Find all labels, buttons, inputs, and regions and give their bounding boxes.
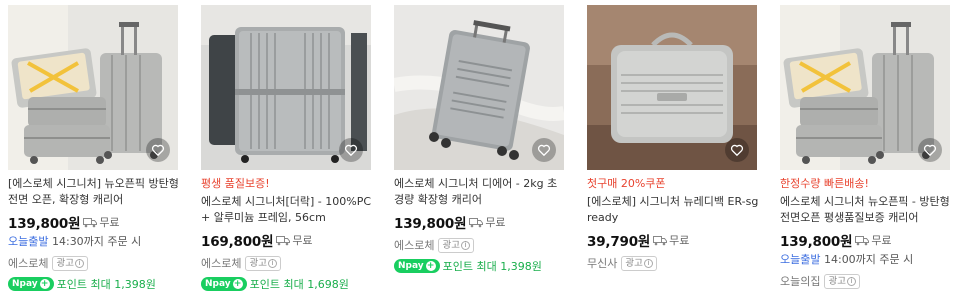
heart-icon — [923, 144, 937, 157]
delivery-badge: 오늘출발 — [8, 235, 49, 248]
product-card[interactable]: 한정수량 빠른배송! 에스로체 시그니처 뉴오픈픽 - 방탄형 전면오픈 평생품… — [780, 5, 952, 289]
info-icon: i — [846, 276, 856, 286]
points-text: 포인트 최대 1,398원 — [56, 278, 156, 291]
favorite-button[interactable] — [339, 138, 363, 162]
ad-badge[interactable]: 광고 i — [621, 255, 657, 271]
points-text: 포인트 최대 1,698원 — [249, 278, 349, 291]
promo-text: 한정수량 빠른배송! — [780, 177, 869, 190]
product-title[interactable]: 에스로체 시그니처 디에어 - 2kg 초경량 확장형 캐리어 — [394, 176, 566, 208]
delivery-cutoff: 14:30까지 주문 시 — [51, 235, 142, 248]
favorite-button[interactable] — [146, 138, 170, 162]
product-price: 139,800원 — [394, 216, 467, 232]
info-icon: i — [643, 258, 653, 268]
heart-icon — [730, 144, 744, 157]
seller-name[interactable]: 에스로체 — [394, 237, 434, 253]
info-icon: i — [267, 258, 277, 268]
product-thumbnail[interactable] — [394, 5, 564, 170]
product-price: 139,800원 — [8, 216, 81, 232]
shipping-label: 무료 — [485, 216, 506, 229]
truck-icon — [469, 217, 484, 227]
product-title[interactable]: 에스로체 시그니처[더락] - 100%PC + 알루미늄 프레임, 56cm — [201, 194, 373, 226]
truck-icon — [855, 235, 870, 245]
favorite-button[interactable] — [725, 138, 749, 162]
info-icon: i — [460, 240, 470, 250]
npay-badge: Npay + — [8, 277, 54, 291]
npay-badge: Npay + — [201, 277, 247, 291]
delivery-badge: 오늘출발 — [780, 253, 821, 266]
product-title[interactable]: 에스로체 시그니처 뉴오픈픽 - 방탄형 전면오픈 평생품질보증 캐리어 — [780, 194, 952, 226]
shipping-label: 무료 — [292, 234, 313, 247]
product-card[interactable]: 에스로체 시그니처 디에어 - 2kg 초경량 확장형 캐리어 139,800원… — [394, 5, 566, 274]
product-title[interactable]: [에스로체 시그니처] 뉴오픈픽 방탄형 전면 오픈, 확장형 캐리어 — [8, 176, 180, 208]
truck-icon — [276, 235, 291, 245]
favorite-button[interactable] — [918, 138, 942, 162]
heart-icon — [151, 144, 165, 157]
delivery-cutoff: 14:00까지 주문 시 — [823, 253, 914, 266]
info-icon: i — [74, 258, 84, 268]
product-card[interactable]: 첫구매 20%쿠폰 [에스로체] 시그니처 뉴레디백 ER-sgready 39… — [587, 5, 759, 271]
promo-text: 평생 품질보증! — [201, 177, 270, 190]
shipping-label: 무료 — [669, 234, 690, 247]
truck-icon — [653, 235, 668, 245]
shipping-label: 무료 — [99, 216, 120, 229]
promo-text: 첫구매 20%쿠폰 — [587, 177, 666, 190]
seller-name[interactable]: 에스로체 — [201, 255, 241, 271]
product-thumbnail[interactable] — [587, 5, 757, 170]
product-card[interactable]: 평생 품질보증! 에스로체 시그니처[더락] - 100%PC + 알루미늄 프… — [201, 5, 373, 292]
product-price: 39,790원 — [587, 234, 651, 250]
favorite-button[interactable] — [532, 138, 556, 162]
npay-badge: Npay + — [394, 259, 440, 273]
heart-icon — [537, 144, 551, 157]
product-price: 139,800원 — [780, 234, 853, 250]
product-thumbnail[interactable] — [8, 5, 178, 170]
product-thumbnail[interactable] — [201, 5, 371, 170]
shipping-label: 무료 — [871, 234, 892, 247]
points-text: 포인트 최대 1,398원 — [442, 260, 542, 273]
product-thumbnail[interactable] — [780, 5, 950, 170]
ad-badge[interactable]: 광고 i — [52, 255, 88, 271]
seller-name[interactable]: 에스로체 — [8, 255, 48, 271]
product-title[interactable]: [에스로체] 시그니처 뉴레디백 ER-sgready — [587, 194, 759, 226]
heart-icon — [344, 144, 358, 157]
seller-name[interactable]: 오늘의집 — [780, 273, 820, 289]
ad-badge[interactable]: 광고 i — [245, 255, 281, 271]
ad-badge[interactable]: 광고 i — [438, 237, 474, 253]
product-card[interactable]: [에스로체 시그니처] 뉴오픈픽 방탄형 전면 오픈, 확장형 캐리어 139,… — [8, 5, 180, 292]
truck-icon — [83, 217, 98, 227]
seller-name[interactable]: 무신사 — [587, 255, 617, 271]
ad-badge[interactable]: 광고 i — [824, 273, 860, 289]
product-price: 169,800원 — [201, 234, 274, 250]
